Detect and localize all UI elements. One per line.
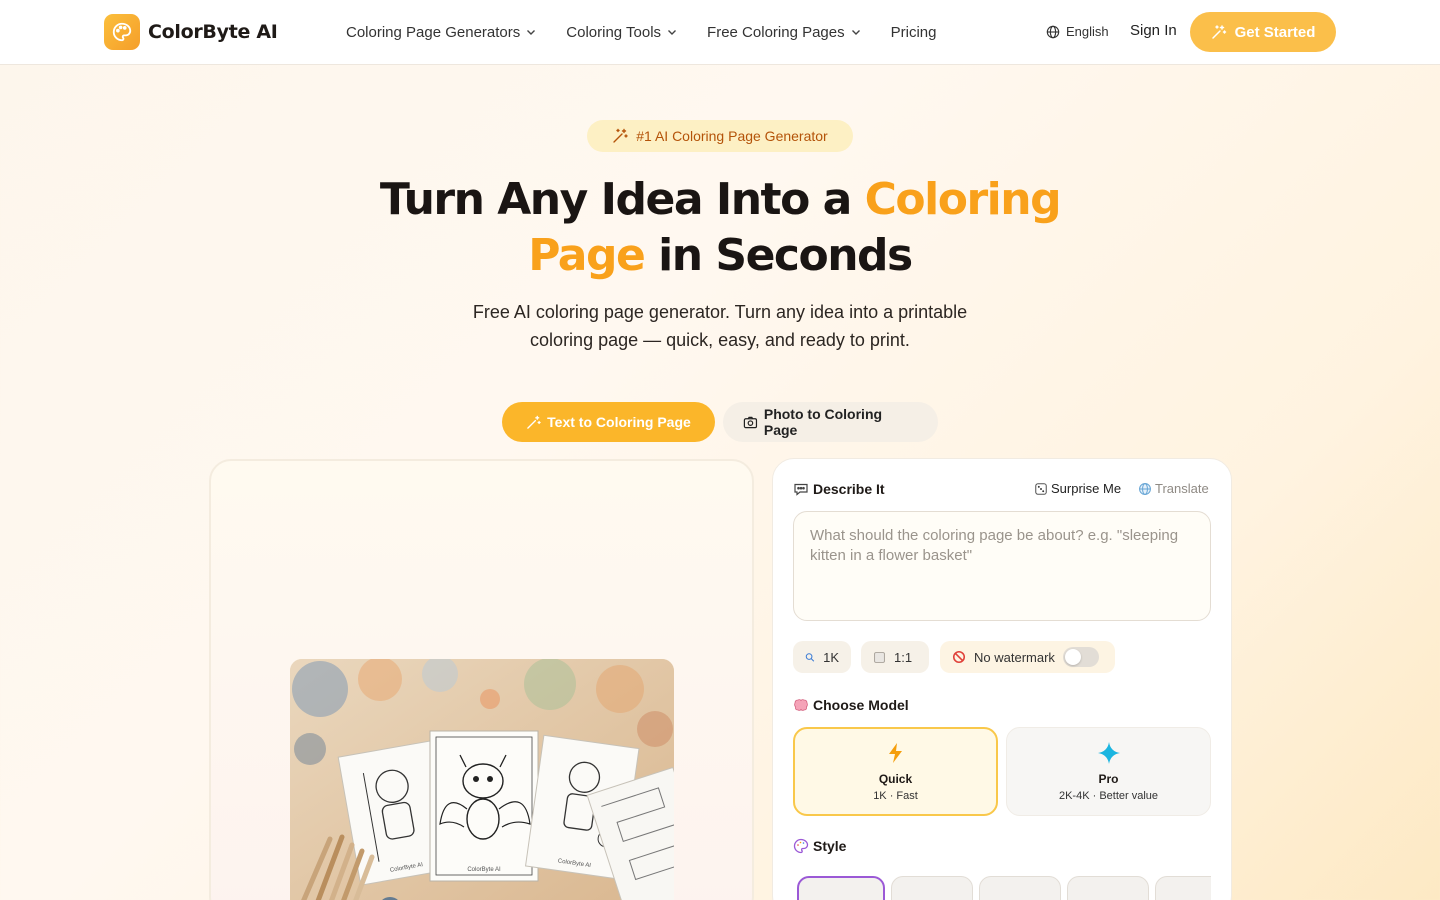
hero-subtitle-line1: Free AI coloring page generator. Turn an…	[472, 302, 968, 322]
chevron-down-icon	[851, 30, 860, 35]
camera-icon	[743, 416, 758, 428]
magic-wand-icon	[527, 415, 541, 429]
sheet-label: ColorByte AI	[467, 867, 501, 873]
watermark-chip: No watermark	[940, 641, 1115, 673]
model-desc: 1K · Fast	[873, 789, 918, 802]
resolution-value: 1K	[823, 649, 839, 665]
resolution-chip[interactable]: 1K	[793, 641, 851, 673]
style-text: Style	[813, 838, 847, 854]
describe-it-label: Describe It	[793, 481, 885, 497]
style-option[interactable]	[979, 876, 1061, 900]
lightning-icon	[888, 742, 902, 763]
sign-in-link[interactable]: Sign In	[1130, 22, 1177, 39]
hero-title: Turn Any Idea Into a Coloring Page in Se…	[320, 172, 1120, 284]
surprise-me-button[interactable]: Surprise Me	[1034, 481, 1121, 496]
style-option[interactable]	[891, 876, 973, 900]
hero-title-part1: Turn Any Idea Into a	[379, 174, 865, 225]
style-options	[797, 876, 1211, 900]
model-name: Quick	[878, 771, 913, 786]
magic-wand-icon	[613, 128, 628, 143]
choose-model-label: Choose Model	[793, 697, 909, 713]
nav-free-coloring-pages[interactable]: Free Coloring Pages	[707, 24, 861, 41]
nav-label: Pricing	[890, 23, 937, 41]
style-option-selected[interactable]	[797, 876, 885, 900]
dice-icon	[1035, 482, 1047, 495]
language-label: English	[1066, 24, 1109, 39]
translate-label: Translate	[1155, 481, 1209, 496]
chevron-down-icon	[527, 30, 536, 35]
prohibited-icon	[952, 650, 966, 664]
describe-it-text: Describe It	[813, 481, 885, 497]
style-option[interactable]	[1155, 876, 1211, 900]
nav-coloring-page-generators[interactable]: Coloring Page Generators	[346, 24, 536, 41]
brand-logo[interactable]: ColorByte AI	[104, 14, 278, 50]
translate-button[interactable]: Translate	[1138, 481, 1209, 496]
palette-logo-icon	[104, 14, 140, 50]
language-selector[interactable]: English	[1046, 24, 1109, 39]
sparkle-wand-icon	[1211, 25, 1226, 39]
watermark-toggle[interactable]	[1062, 647, 1099, 667]
model-quick-option[interactable]: Quick 1K · Fast	[793, 727, 998, 816]
hero-badge: #1 AI Coloring Page Generator	[587, 120, 853, 152]
palette-icon	[793, 838, 809, 854]
surprise-me-label: Surprise Me	[1051, 481, 1122, 496]
tab-text-to-coloring-page[interactable]: Text to Coloring Page	[502, 402, 715, 442]
aspect-ratio-value: 1:1	[894, 649, 913, 665]
tab-label: Text to Coloring Page	[547, 414, 691, 430]
hero-subtitle: Free AI coloring page generator. Turn an…	[440, 298, 1000, 354]
model-pro-option[interactable]: Pro 2K-4K · Better value	[1006, 727, 1211, 816]
site-header: ColorByte AI Coloring Page Generators Co…	[0, 0, 1440, 65]
prompt-input[interactable]	[793, 511, 1211, 621]
choose-model-text: Choose Model	[813, 697, 909, 713]
magnifier-icon	[805, 652, 815, 662]
tab-photo-to-coloring-page[interactable]: Photo to Coloring Page	[723, 402, 938, 442]
mode-tabs: Text to Coloring Page Photo to Coloring …	[502, 402, 938, 442]
get-started-label: Get Started	[1234, 23, 1316, 41]
speech-bubble-icon	[794, 483, 808, 496]
nav-label: Coloring Page Generators	[346, 23, 521, 41]
model-desc: 2K-4K · Better value	[1058, 789, 1159, 802]
get-started-button[interactable]: Get Started	[1190, 12, 1336, 52]
hero-subtitle-line2: coloring page — quick, easy, and ready t…	[530, 330, 910, 350]
tab-label: Photo to Coloring Page	[763, 406, 883, 438]
style-option[interactable]	[1067, 876, 1149, 900]
nav-label: Coloring Tools	[566, 23, 662, 41]
nav-pricing[interactable]: Pricing	[891, 24, 937, 41]
aspect-ratio-chip[interactable]: 1:1	[861, 641, 929, 673]
brand-name: ColorByte AI	[148, 21, 278, 43]
hero-title-part2: in Seconds	[644, 230, 913, 281]
square-frame-icon	[874, 651, 885, 663]
brain-icon	[794, 699, 808, 711]
main-nav: Coloring Page Generators Coloring Tools …	[346, 0, 966, 64]
nav-coloring-tools[interactable]: Coloring Tools	[566, 24, 677, 41]
style-label: Style	[793, 838, 846, 854]
chevron-down-icon	[668, 30, 677, 35]
watermark-label: No watermark	[974, 649, 1055, 665]
sample-coloring-pages-image: ColorByte AI ColorByte AI ColorByte AI	[290, 659, 674, 900]
globe-icon	[1046, 25, 1060, 38]
nav-label: Free Coloring Pages	[707, 23, 845, 41]
globe-icon	[1139, 482, 1151, 495]
sparkle-icon	[1097, 741, 1120, 764]
hero-badge-text: #1 AI Coloring Page Generator	[636, 128, 828, 144]
model-name: Pro	[1098, 771, 1119, 786]
